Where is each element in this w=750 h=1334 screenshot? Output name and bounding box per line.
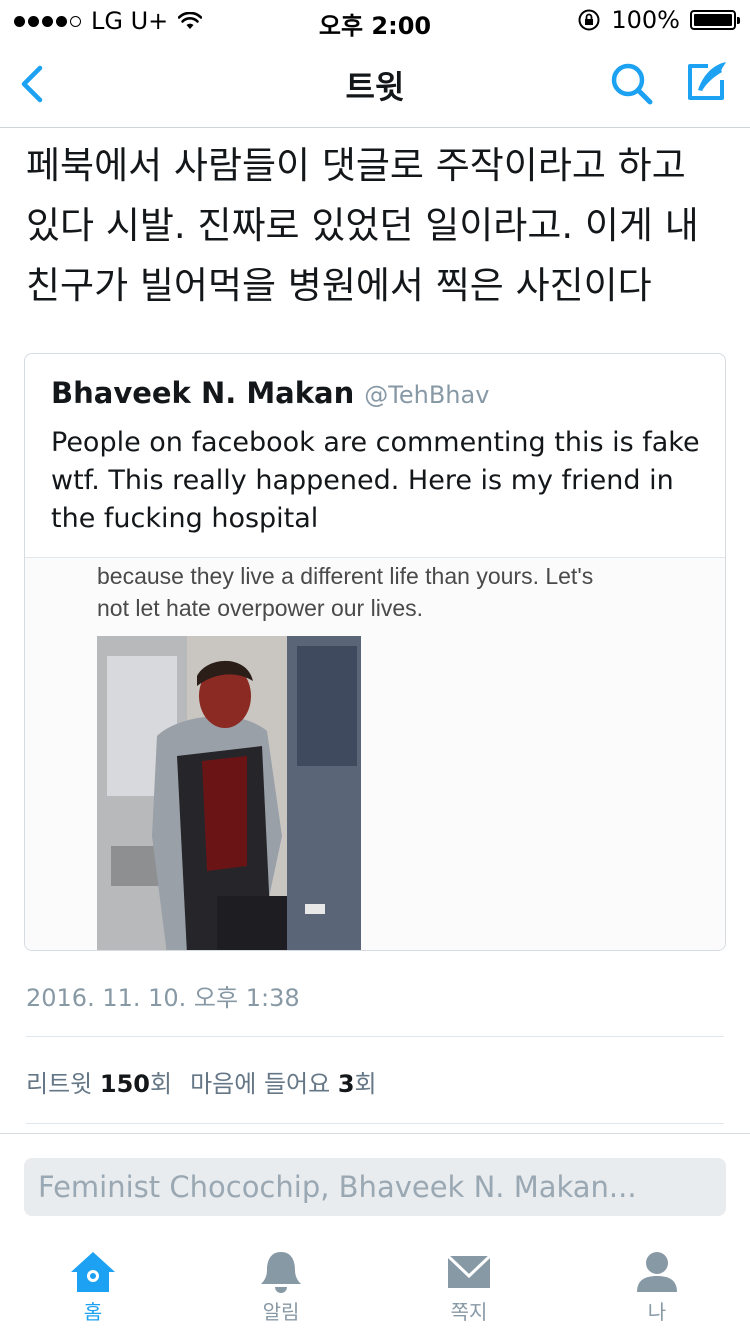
likes-unit: 회	[354, 1070, 377, 1098]
status-bar: LG U+ 오후 2:00 100%	[0, 0, 750, 40]
retweet-unit: 회	[150, 1070, 173, 1098]
quoted-tweet-header: Bhaveek N. Makan @TehBhav	[51, 376, 489, 410]
battery-percent: 100%	[611, 6, 680, 34]
divider	[26, 1036, 724, 1037]
likes-label: 마음에 들어요	[190, 1070, 331, 1098]
navigation-bar: 트윗	[0, 40, 750, 128]
quoted-tweet-text: People on facebook are commenting this i…	[51, 427, 700, 534]
tweet-text: 페북에서 사람들이 댓글로 주작이라고 하고 있다 시발. 진짜로 있었던 일이…	[26, 144, 699, 307]
tab-messages[interactable]: 쪽지	[409, 1240, 529, 1334]
likes-count: 3	[337, 1070, 355, 1098]
hospital-photo	[97, 636, 361, 950]
media-caption: because they live a different life than …	[97, 560, 593, 624]
tab-notifications[interactable]: 알림	[221, 1240, 341, 1334]
media-caption-line-1: because they live a different life than …	[97, 563, 594, 589]
retweet-count: 150	[99, 1070, 150, 1098]
quoted-tweet-card[interactable]: Bhaveek N. Makan @TehBhav People on face…	[24, 353, 726, 951]
quoted-author-name: Bhaveek N. Makan	[51, 376, 355, 410]
search-icon[interactable]	[608, 60, 656, 108]
tweet-stats: 리트윗 150회 마음에 들어요 3회	[26, 1064, 377, 1099]
tab-notifications-label: 알림	[262, 1300, 300, 1324]
compose-tweet-icon[interactable]	[682, 58, 730, 106]
tab-bar: 홈 알림 쪽지 나	[0, 1240, 750, 1334]
retweet-label: 리트윗	[26, 1070, 93, 1098]
retweet-stat[interactable]: 리트윗 150회	[26, 1064, 172, 1099]
tab-home[interactable]: 홈	[33, 1240, 153, 1334]
battery-icon	[690, 10, 740, 30]
divider	[26, 1123, 724, 1124]
tab-messages-label: 쪽지	[450, 1300, 488, 1324]
tab-profile-label: 나	[647, 1300, 667, 1324]
rotation-lock-icon	[578, 9, 600, 31]
envelope-icon	[446, 1254, 492, 1288]
tweet-timestamp: 2016. 11. 10. 오후 1:38	[26, 984, 300, 1012]
quoted-tweet-media[interactable]: because they live a different life than …	[25, 557, 725, 950]
media-caption-line-2: not let hate overpower our lives.	[97, 595, 424, 621]
bell-icon	[261, 1252, 301, 1293]
tab-profile[interactable]: 나	[597, 1240, 717, 1334]
person-icon	[637, 1252, 677, 1292]
status-right: 100%	[577, 6, 740, 34]
home-icon	[71, 1252, 115, 1292]
reply-box[interactable]	[24, 1158, 726, 1216]
likes-stat[interactable]: 마음에 들어요 3회	[190, 1064, 377, 1099]
reply-separator	[0, 1133, 750, 1134]
quoted-author-handle: @TehBhav	[364, 381, 490, 409]
reply-input[interactable]	[38, 1158, 718, 1216]
tab-home-label: 홈	[83, 1300, 103, 1324]
